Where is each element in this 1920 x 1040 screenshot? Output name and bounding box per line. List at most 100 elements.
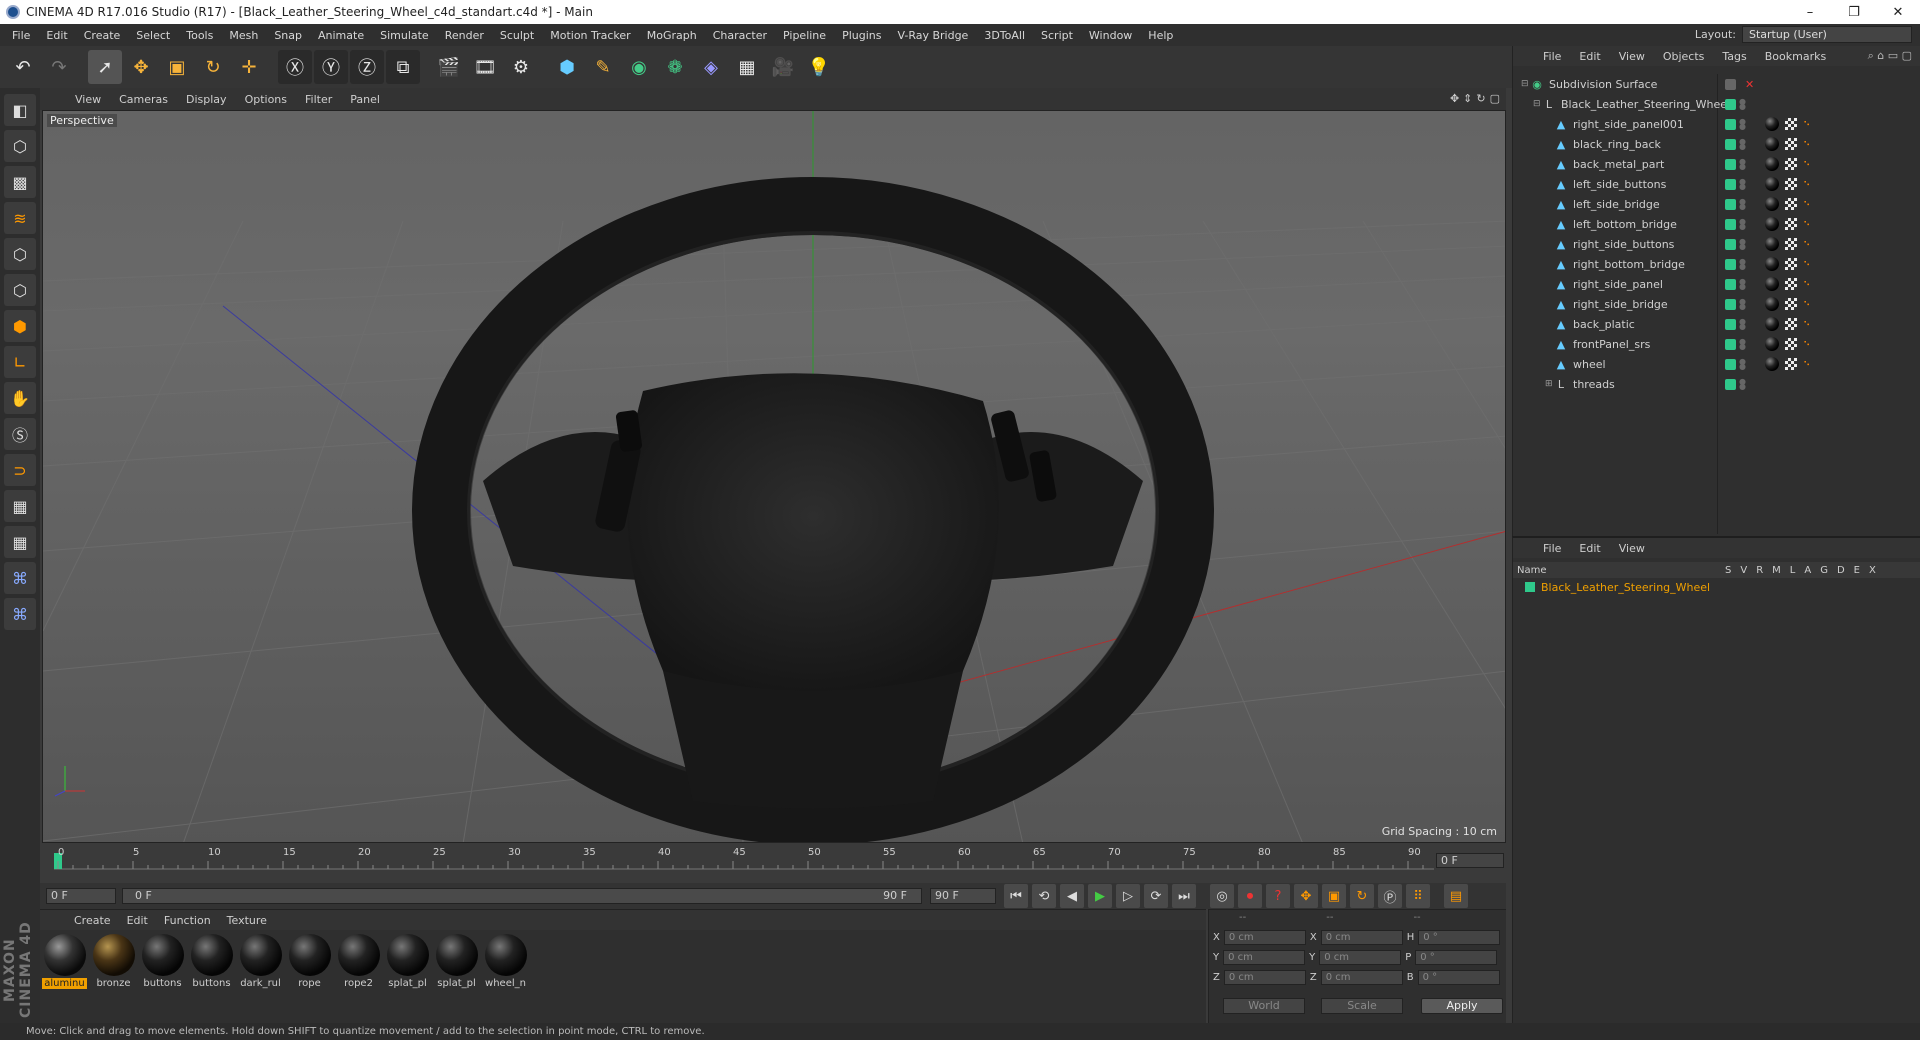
scale-tool-icon[interactable]: ▣ bbox=[160, 50, 194, 84]
menu-select[interactable]: Select bbox=[128, 29, 178, 42]
object-row[interactable]: ▲ left_side_bridge ● ● ⠢ bbox=[1513, 194, 1920, 214]
tweak-mode-icon[interactable]: ✋ bbox=[4, 382, 36, 414]
keyframe-selection-icon[interactable]: ? bbox=[1266, 884, 1290, 908]
layer-visibility-swatch[interactable] bbox=[1725, 198, 1736, 210]
array-mograph-icon[interactable]: ❁ bbox=[658, 50, 692, 84]
perspective-viewport[interactable]: Perspective Grid Spacing : 10 cm bbox=[42, 110, 1506, 843]
key-parameter-icon[interactable]: Ⓟ bbox=[1378, 884, 1402, 908]
phong-tag-icon[interactable]: ⠢ bbox=[1803, 158, 1815, 170]
object-row[interactable]: ▲ black_ring_back ● ● ⠢ bbox=[1513, 134, 1920, 154]
layout-dropdown[interactable]: Startup (User) bbox=[1742, 26, 1912, 43]
size-x-field[interactable]: 0 cm bbox=[1320, 930, 1403, 945]
objects-menu-edit[interactable]: Edit bbox=[1571, 50, 1608, 63]
viewport-menu-view[interactable]: View bbox=[66, 93, 110, 106]
expand-toggle-icon[interactable]: ⊟ bbox=[1533, 99, 1543, 109]
object-row[interactable]: ⊟ L Black_Leather_Steering_Wheel ● ● bbox=[1513, 94, 1920, 114]
editor-render-visibility-dots[interactable]: ● ● bbox=[1739, 218, 1746, 231]
layers-menu-edit[interactable]: Edit bbox=[1571, 542, 1608, 555]
disable-generator-icon[interactable]: ✕ bbox=[1745, 78, 1754, 91]
uvw-tag-icon[interactable] bbox=[1785, 178, 1797, 190]
floor-scene-icon[interactable]: ▦ bbox=[730, 50, 764, 84]
menu-tools[interactable]: Tools bbox=[178, 29, 221, 42]
uvw-tag-icon[interactable] bbox=[1785, 258, 1797, 270]
uvw-tag-icon[interactable] bbox=[1785, 238, 1797, 250]
menu-plugins[interactable]: Plugins bbox=[834, 29, 889, 42]
editor-render-visibility-dots[interactable]: ● ● bbox=[1739, 278, 1746, 291]
layer-color-swatch[interactable] bbox=[1525, 582, 1535, 592]
menu-render[interactable]: Render bbox=[437, 29, 492, 42]
layer-visibility-swatch[interactable] bbox=[1725, 178, 1736, 190]
viewport-rotate-icon[interactable]: ↻ bbox=[1476, 92, 1485, 105]
apply-button[interactable]: Apply bbox=[1421, 998, 1503, 1014]
viewport-dolly-icon[interactable]: ⇕ bbox=[1463, 92, 1472, 105]
object-row[interactable]: ▲ left_side_buttons ● ● ⠢ bbox=[1513, 174, 1920, 194]
model-mode-icon[interactable]: ⬡ bbox=[4, 130, 36, 162]
deformer-icon[interactable]: ◈ bbox=[694, 50, 728, 84]
generator-toggle-icon[interactable] bbox=[1725, 78, 1736, 90]
workplane-grid-icon[interactable]: ▦ bbox=[4, 490, 36, 522]
menu-sculpt[interactable]: Sculpt bbox=[492, 29, 542, 42]
objects-menu-view[interactable]: View bbox=[1611, 50, 1653, 63]
editor-render-visibility-dots[interactable]: ● ● bbox=[1739, 158, 1746, 171]
editor-render-visibility-dots[interactable]: ● ● bbox=[1739, 138, 1746, 151]
record-keys-icon[interactable]: ◎ bbox=[1210, 884, 1234, 908]
undo-icon[interactable]: ↶ bbox=[6, 50, 40, 84]
object-row[interactable]: ⊟ ◉ Subdivision Surface ✕ bbox=[1513, 74, 1920, 94]
preview-range-slider[interactable]: 0 F 90 F bbox=[122, 888, 922, 904]
viewport-menu-options[interactable]: Options bbox=[236, 93, 296, 106]
lock-workplane-icon[interactable]: ▦ bbox=[4, 526, 36, 558]
move-tool-icon[interactable]: ✥ bbox=[124, 50, 158, 84]
object-row[interactable]: ▲ back_metal_part ● ● ⠢ bbox=[1513, 154, 1920, 174]
z-axis-lock-icon[interactable]: Ⓩ bbox=[350, 50, 384, 84]
editor-render-visibility-dots[interactable]: ● ● bbox=[1739, 198, 1746, 211]
object-row[interactable]: ▲ frontPanel_srs ● ● ⠢ bbox=[1513, 334, 1920, 354]
uvw-tag-icon[interactable] bbox=[1785, 218, 1797, 230]
position-y-field[interactable]: 0 cm bbox=[1223, 950, 1306, 965]
uvw-tag-icon[interactable] bbox=[1785, 198, 1797, 210]
material-tag-icon[interactable] bbox=[1765, 337, 1779, 351]
python-script-icon[interactable]: ⌘ bbox=[4, 598, 36, 630]
close-button[interactable]: ✕ bbox=[1876, 0, 1920, 24]
material-swatch[interactable]: buttons bbox=[140, 934, 185, 989]
spline-pen-icon[interactable]: ✎ bbox=[586, 50, 620, 84]
edges-mode-icon[interactable]: ⬡ bbox=[4, 274, 36, 306]
phong-tag-icon[interactable]: ⠢ bbox=[1803, 318, 1815, 330]
material-swatch[interactable]: bronze bbox=[91, 934, 136, 989]
material-tag-icon[interactable] bbox=[1765, 297, 1779, 311]
menu-help[interactable]: Help bbox=[1140, 29, 1181, 42]
material-swatch[interactable]: splat_pl bbox=[385, 934, 430, 989]
phong-tag-icon[interactable]: ⠢ bbox=[1803, 298, 1815, 310]
objects-search-icon[interactable]: ⌕ ⌂ ▭ ▢ bbox=[1860, 49, 1920, 63]
layers-menu-view[interactable]: View bbox=[1611, 542, 1653, 555]
menu-create[interactable]: Create bbox=[76, 29, 129, 42]
object-row[interactable]: ⊞ Lthreads ● ● bbox=[1513, 374, 1920, 394]
material-tag-icon[interactable] bbox=[1765, 237, 1779, 251]
material-tag-icon[interactable] bbox=[1765, 157, 1779, 171]
expand-toggle-icon[interactable]: ⊟ bbox=[1521, 79, 1531, 89]
material-tag-icon[interactable] bbox=[1765, 277, 1779, 291]
coordinate-space-dropdown[interactable]: World bbox=[1223, 998, 1305, 1014]
objects-menu-tags[interactable]: Tags bbox=[1714, 50, 1754, 63]
phong-tag-icon[interactable]: ⠢ bbox=[1803, 358, 1815, 370]
start-frame-field[interactable]: 0 F bbox=[46, 888, 116, 904]
layer-visibility-swatch[interactable] bbox=[1725, 258, 1736, 270]
camera-icon[interactable]: 🎥 bbox=[766, 50, 800, 84]
material-menu-function[interactable]: Function bbox=[156, 914, 219, 927]
rotate-tool-icon[interactable]: ↻ bbox=[196, 50, 230, 84]
phong-tag-icon[interactable]: ⠢ bbox=[1803, 198, 1815, 210]
phong-tag-icon[interactable]: ⠢ bbox=[1803, 178, 1815, 190]
layer-row[interactable]: Black_Leather_Steering_Wheel bbox=[1513, 578, 1920, 596]
menu-edit[interactable]: Edit bbox=[38, 29, 75, 42]
material-tag-icon[interactable] bbox=[1765, 257, 1779, 271]
editor-render-visibility-dots[interactable]: ● ● bbox=[1739, 358, 1746, 371]
cube-primitive-icon[interactable]: ⬢ bbox=[550, 50, 584, 84]
redo-icon[interactable]: ↷ bbox=[42, 50, 76, 84]
layers-menu-file[interactable]: File bbox=[1535, 542, 1569, 555]
menu-mesh[interactable]: Mesh bbox=[221, 29, 266, 42]
editor-render-visibility-dots[interactable]: ● ● bbox=[1739, 378, 1746, 391]
menu-character[interactable]: Character bbox=[705, 29, 775, 42]
uvw-tag-icon[interactable] bbox=[1785, 138, 1797, 150]
uvw-tag-icon[interactable] bbox=[1785, 358, 1797, 370]
position-x-field[interactable]: 0 cm bbox=[1223, 930, 1306, 945]
material-tag-icon[interactable] bbox=[1765, 217, 1779, 231]
